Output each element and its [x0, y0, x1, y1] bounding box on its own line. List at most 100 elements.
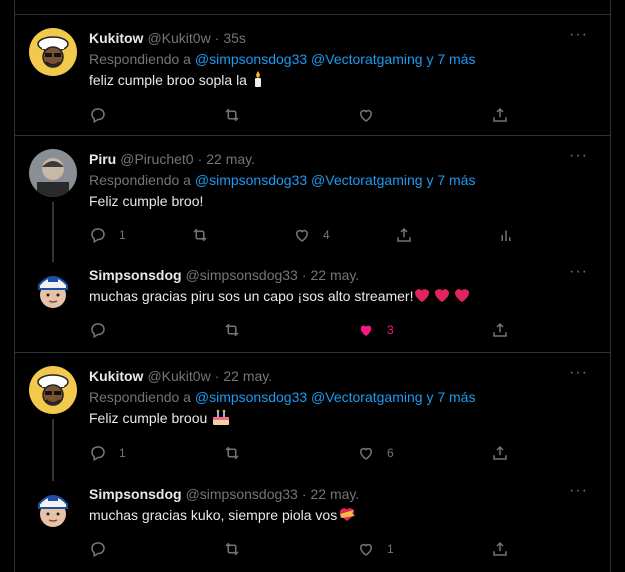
reply-button[interactable]	[89, 106, 107, 124]
tweet-piru[interactable]: Piru @Piruchet0 · 22 may. ··· Respondien…	[15, 135, 610, 262]
tweet-text: Feliz cumple broo!	[89, 193, 204, 209]
mention-link[interactable]: @Vectoratgaming	[311, 51, 423, 67]
heart-with-ribbon-icon	[337, 505, 357, 528]
retweet-icon	[193, 228, 207, 242]
tweet-actions: 1 4	[89, 226, 519, 246]
tweet-simpsonsdog-2[interactable]: Simpsonsdog @simpsonsdog33 · 22 may. ···…	[15, 473, 610, 572]
mention-link[interactable]: @Vectoratgaming	[311, 389, 423, 405]
replying-to: Respondiendo a @simpsonsdog33 @Vectoratg…	[89, 49, 598, 69]
tweet-actions: 1	[89, 540, 519, 560]
timestamp[interactable]: 22 may.	[223, 366, 272, 386]
share-button[interactable]	[395, 226, 413, 244]
more-mentions-link[interactable]: y 7 más	[426, 172, 475, 188]
thread-line	[52, 419, 54, 481]
more-options-icon[interactable]: ···	[569, 482, 588, 500]
share-button[interactable]	[491, 106, 509, 124]
like-button[interactable]: 3	[357, 321, 394, 339]
retweet-button[interactable]	[223, 106, 241, 124]
reply-button[interactable]	[89, 321, 107, 339]
timestamp[interactable]: 22 may.	[311, 265, 360, 285]
retweet-button[interactable]	[223, 540, 241, 558]
reply-count: 1	[119, 228, 126, 242]
avatar[interactable]	[29, 28, 77, 76]
avatar[interactable]	[29, 484, 77, 532]
retweet-button[interactable]	[191, 226, 209, 244]
retweet-button[interactable]	[223, 444, 241, 462]
display-name[interactable]: Kukitow	[89, 366, 143, 386]
retweet-button[interactable]	[223, 321, 241, 339]
separator-dot: ·	[301, 267, 307, 283]
heart-icon	[359, 543, 373, 556]
separator-dot: ·	[197, 151, 203, 167]
share-icon	[493, 322, 507, 337]
mention-link[interactable]: @simpsonsdog33	[195, 51, 307, 67]
timestamp[interactable]: 35s	[223, 28, 246, 48]
reply-button[interactable]	[89, 540, 107, 558]
more-mentions-link[interactable]: y 7 más	[426, 389, 475, 405]
separator-dot: ·	[214, 368, 220, 384]
tweet-text: feliz cumple broo sopla la	[89, 70, 598, 93]
display-name[interactable]: Kukitow	[89, 28, 143, 48]
heart-icon	[359, 447, 373, 460]
tweet-simpsonsdog-1[interactable]: Simpsonsdog @simpsonsdog33 · 22 may. ···…	[15, 255, 610, 352]
retweet-icon	[225, 542, 239, 556]
avatar[interactable]	[29, 265, 77, 313]
display-name[interactable]: Piru	[89, 149, 116, 169]
more-options-icon[interactable]: ···	[569, 147, 588, 165]
heart-filled-icon	[360, 325, 372, 336]
reply-icon	[91, 323, 105, 339]
more-mentions-link[interactable]: y 7 más	[426, 51, 475, 67]
avatar[interactable]	[29, 149, 77, 197]
mention-link[interactable]: @Vectoratgaming	[311, 172, 423, 188]
reply-icon	[91, 228, 105, 244]
share-icon	[493, 445, 507, 460]
more-options-icon[interactable]: ···	[569, 364, 588, 382]
share-icon	[397, 227, 411, 242]
replying-prefix: Respondiendo a	[89, 51, 191, 67]
timestamp[interactable]: 22 may.	[311, 484, 360, 504]
analytics-button[interactable]	[497, 226, 515, 244]
mention-link[interactable]: @simpsonsdog33	[195, 172, 307, 188]
red-hearts-icon	[413, 286, 473, 309]
thread-line	[52, 202, 54, 262]
avatar[interactable]	[29, 366, 77, 414]
like-button[interactable]	[357, 106, 375, 124]
reply-button[interactable]: 1	[89, 226, 126, 244]
display-name[interactable]: Simpsonsdog	[89, 484, 182, 504]
reply-icon	[91, 446, 105, 462]
share-button[interactable]	[491, 321, 509, 339]
user-handle[interactable]: @Piruchet0	[120, 149, 193, 169]
more-options-icon[interactable]: ···	[569, 263, 588, 281]
replying-to: Respondiendo a @simpsonsdog33 @Vectoratg…	[89, 387, 598, 407]
more-options-icon[interactable]: ···	[569, 26, 588, 44]
tweet-actions: 1 6	[89, 444, 519, 464]
like-count: 1	[387, 542, 394, 556]
like-count: 4	[323, 228, 330, 242]
separator-dot: ·	[301, 486, 307, 502]
display-name[interactable]: Simpsonsdog	[89, 265, 182, 285]
tweet-kukitow-1[interactable]: Kukitow @Kukit0w · 35s ··· Respondiendo …	[15, 14, 610, 135]
user-handle[interactable]: @Kukit0w	[147, 28, 210, 48]
tweet-text-content: muchas gracias kuko, siempre piola vos	[89, 507, 338, 523]
user-handle[interactable]: @Kukit0w	[147, 366, 210, 386]
reply-count: 1	[119, 446, 126, 460]
birthday-cake-icon	[211, 408, 231, 431]
retweet-icon	[225, 323, 239, 337]
share-button[interactable]	[491, 540, 509, 558]
like-count: 6	[387, 446, 394, 460]
heart-icon	[295, 229, 309, 242]
retweet-icon	[225, 108, 239, 122]
tweet-kukitow-2[interactable]: Kukitow @Kukit0w · 22 may. ··· Respondie…	[15, 352, 610, 481]
like-button[interactable]: 6	[357, 444, 394, 462]
tweet-text-content: feliz cumple broo sopla la	[89, 72, 247, 88]
mention-link[interactable]: @simpsonsdog33	[195, 389, 307, 405]
like-button[interactable]: 4	[293, 226, 330, 244]
like-button[interactable]: 1	[357, 540, 394, 558]
user-handle[interactable]: @simpsonsdog33	[186, 265, 298, 285]
share-icon	[493, 541, 507, 556]
user-handle[interactable]: @simpsonsdog33	[186, 484, 298, 504]
share-button[interactable]	[491, 444, 509, 462]
reply-button[interactable]: 1	[89, 444, 126, 462]
separator-dot: ·	[214, 30, 220, 46]
timestamp[interactable]: 22 may.	[206, 149, 255, 169]
